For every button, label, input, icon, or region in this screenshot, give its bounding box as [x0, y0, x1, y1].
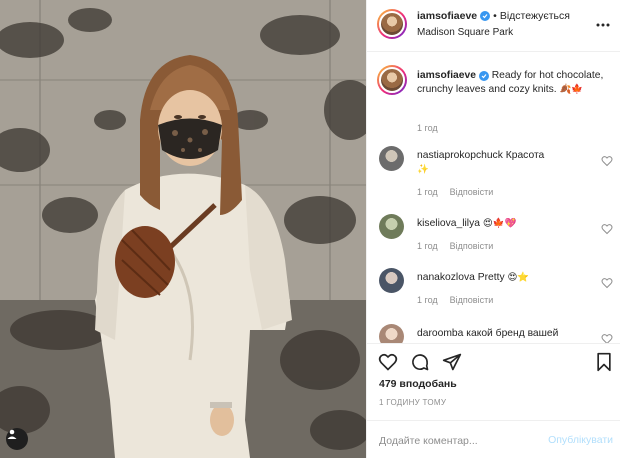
more-icon[interactable] — [595, 17, 611, 33]
commenter-username[interactable]: nanakozlova — [417, 272, 475, 283]
comment-emoji: 😍🍁💖 — [482, 218, 517, 229]
post-photo[interactable] — [0, 0, 366, 458]
comment-input[interactable] — [379, 432, 529, 450]
reply-button[interactable]: Відповісти — [450, 295, 494, 305]
likes-count[interactable]: 479 вподобань — [379, 378, 457, 390]
post-header: iamsofiaeve • Відстежується Madison Squa… — [367, 0, 620, 52]
comment-time: 1 год — [417, 187, 438, 197]
bookmark-icon[interactable] — [593, 351, 615, 373]
comment-heart-icon[interactable] — [601, 276, 613, 289]
caption-time: 1 год — [417, 123, 438, 133]
comment-composer: Опублікувати — [367, 420, 620, 458]
comment-heart-icon[interactable] — [601, 154, 613, 167]
comment-emoji: ✨ — [417, 164, 429, 175]
follow-status-button[interactable]: Відстежується — [500, 10, 570, 22]
commenter-avatar[interactable] — [379, 324, 404, 343]
comment-time: 1 год — [417, 295, 438, 305]
comment-text: Pretty — [477, 272, 505, 283]
commenter-username[interactable]: daroomba — [417, 328, 463, 339]
commenter-username[interactable]: nastiaprokopchuck — [417, 150, 503, 161]
comment-heart-icon[interactable] — [601, 222, 613, 235]
commenter-avatar[interactable] — [379, 268, 404, 293]
comment-heart-icon[interactable] — [601, 332, 613, 343]
comment-text: какой бренд вашей — [466, 328, 559, 339]
comment-emoji: 😍⭐ — [507, 272, 530, 283]
publish-button[interactable]: Опублікувати — [548, 434, 613, 446]
caption-author-avatar[interactable] — [377, 65, 407, 95]
caption-username[interactable]: iamsofiaeve — [417, 70, 476, 81]
commenter-avatar[interactable] — [379, 146, 404, 171]
comment-item: nanakozlova Pretty 😍⭐ 1 год Відповісти — [377, 267, 617, 313]
comment-item: kiseliova_lilya 😍🍁💖 1 год Відповісти — [377, 213, 617, 259]
comment-time: 1 год — [417, 241, 438, 251]
photo-illustration — [0, 0, 366, 458]
post-actions: 479 вподобань 1 ГОДИНУ ТОМУ Опублікувати — [367, 343, 620, 458]
comments-list[interactable]: iamsofiaeve Ready for hot chocolate, cru… — [367, 53, 620, 343]
post-timestamp[interactable]: 1 ГОДИНУ ТОМУ — [379, 398, 446, 407]
post-location[interactable]: Madison Square Park — [417, 27, 513, 38]
commenter-avatar[interactable] — [379, 214, 404, 239]
post-side-panel: iamsofiaeve • Відстежується Madison Squa… — [366, 0, 620, 458]
reply-button[interactable]: Відповісти — [450, 187, 494, 197]
author-username[interactable]: iamsofiaeve — [417, 10, 477, 22]
paper-plane-icon[interactable] — [441, 351, 463, 373]
caption-emoji: 🍂🍁 — [559, 84, 584, 95]
user-tag-icon[interactable] — [6, 428, 28, 450]
comment-icon[interactable] — [409, 351, 431, 373]
author-avatar[interactable] — [377, 9, 407, 39]
comment-item: nastiaprokopchuck Красота ✨ 1 год Відпов… — [377, 145, 617, 197]
comment-item: daroomba какой бренд вашей — [377, 323, 617, 343]
reply-button[interactable]: Відповісти — [450, 241, 494, 251]
verified-badge-icon — [480, 11, 491, 21]
separator-dot: • — [493, 10, 497, 22]
verified-badge-icon — [478, 71, 489, 81]
comment-text: Красота — [505, 150, 545, 161]
heart-icon[interactable] — [377, 351, 399, 373]
commenter-username[interactable]: kiseliova_lilya — [417, 218, 480, 229]
